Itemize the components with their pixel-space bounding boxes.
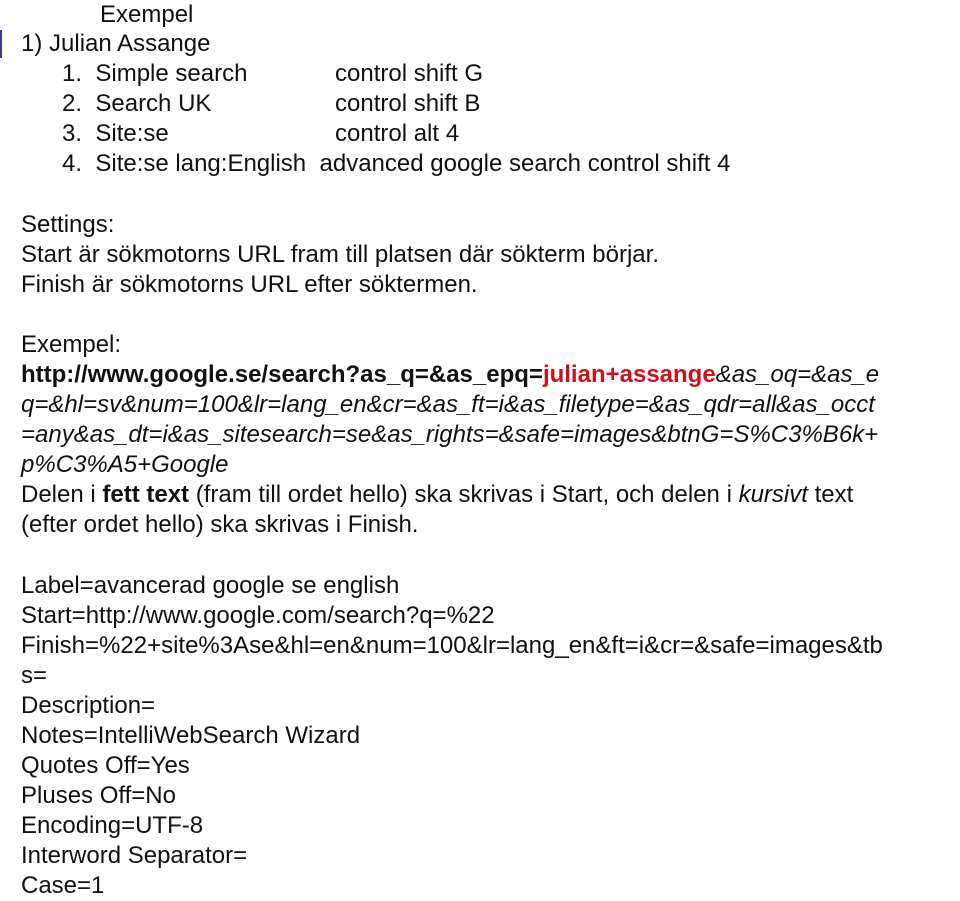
example-url-line: =any&as_dt=i&as_sitesearch=se&as_rights=… bbox=[21, 421, 879, 448]
url-finish-part: &as_oq=&as_e bbox=[715, 361, 880, 388]
settings-finish-desc: Finish är sökmotorns URL efter söktermen… bbox=[21, 271, 478, 298]
config-line: Label=avancerad google se english bbox=[21, 572, 400, 599]
heading-julian-assange: 1) Julian Assange bbox=[21, 30, 211, 57]
list-item: 3. Site:se control alt 4 bbox=[62, 120, 460, 147]
config-line: Encoding=UTF-8 bbox=[21, 812, 204, 839]
example-title: Exempel: bbox=[21, 331, 122, 358]
config-line: s= bbox=[21, 662, 48, 689]
list-item: 1. Simple search control shift G bbox=[62, 60, 484, 87]
list-item: 2. Search UK control shift B bbox=[62, 90, 481, 117]
config-line: Start=http://www.google.com/search?q=%22 bbox=[21, 602, 495, 629]
url-start-part: http://www.google.se/search?as_q=&as_epq… bbox=[21, 361, 543, 388]
example-url-line: p%C3%A5+Google bbox=[21, 451, 229, 478]
explanation-line: (efter ordet hello) ska skrivas i Finish… bbox=[21, 511, 419, 538]
config-line: Interword Separator= bbox=[21, 842, 248, 869]
example-url-line: http://www.google.se/search?as_q=&as_epq… bbox=[21, 360, 879, 390]
heading-exempel: Exempel bbox=[100, 1, 194, 28]
example-url-line: q=&hl=sv&num=100&lr=lang_en&cr=&as_ft=i&… bbox=[21, 391, 875, 418]
config-line: Pluses Off=No bbox=[21, 782, 176, 809]
list-item: 4. Site:se lang:English advanced google … bbox=[62, 150, 731, 177]
url-search-term: julian+assange bbox=[542, 361, 716, 388]
settings-title: Settings: bbox=[21, 211, 115, 238]
explanation-line: Delen i fett text (fram till ordet hello… bbox=[21, 481, 854, 508]
settings-start-desc: Start är sökmotorns URL fram till platse… bbox=[21, 241, 659, 268]
config-line: Notes=IntelliWebSearch Wizard bbox=[21, 722, 361, 749]
config-line: Finish=%22+site%3Ase&hl=en&num=100&lr=la… bbox=[21, 632, 883, 659]
config-line: Quotes Off=Yes bbox=[21, 752, 190, 779]
config-line: Description= bbox=[21, 692, 156, 719]
cursor-bar bbox=[0, 30, 2, 58]
